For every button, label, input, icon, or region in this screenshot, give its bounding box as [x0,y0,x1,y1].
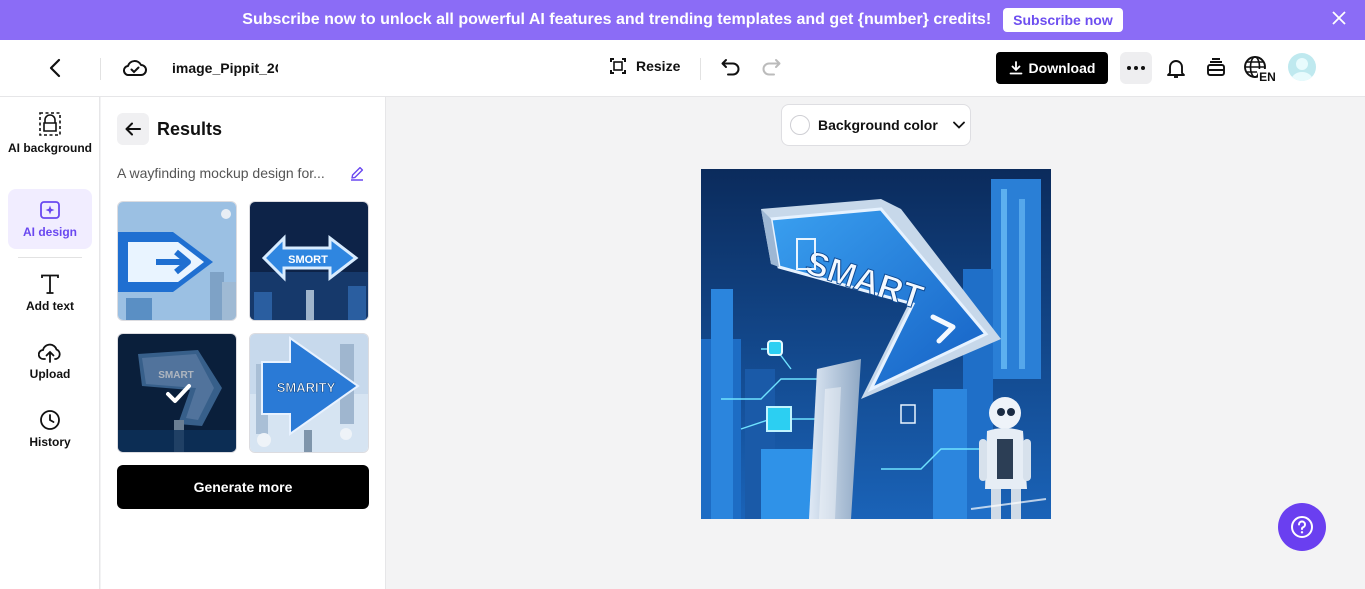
help-button[interactable] [1278,503,1326,551]
chevron-down-icon [952,121,965,129]
promo-banner: Subscribe now to unlock all powerful AI … [0,0,1365,40]
tool-label: AI design [22,225,77,239]
tool-label: Add text [26,299,74,313]
edit-pencil-icon[interactable] [349,165,365,181]
language-button[interactable]: EN [1243,55,1277,84]
avatar[interactable] [1288,53,1316,81]
tool-divider [18,257,82,258]
thumb-sign-text: SMARITY [277,380,336,395]
results-back-button[interactable] [117,113,149,145]
arrow-left-icon [125,122,141,136]
tool-add-text[interactable]: Add text [8,273,92,319]
language-code: EN [1259,70,1276,83]
cloud-sync-icon[interactable] [122,56,148,80]
download-icon [1009,61,1022,75]
more-options-button[interactable] [1120,52,1152,84]
tool-label: Upload [29,367,71,381]
prompt-text: A wayfinding mockup design for... [117,165,325,181]
color-swatch [790,115,810,135]
file-name[interactable]: image_Pippit_2C [172,60,278,76]
design-canvas[interactable]: SMART [701,169,1051,519]
text-icon [41,274,59,294]
resize-button[interactable]: Resize [608,56,680,76]
tool-label: AI background [8,141,93,155]
results-title: Results [157,119,223,139]
tool-ai-background[interactable]: AI background [8,111,92,177]
result-thumbnail[interactable]: SMORT [249,201,369,321]
undo-icon[interactable] [720,56,742,78]
result-image [118,202,236,320]
banner-text: Subscribe now to unlock all powerful AI … [242,11,992,28]
more-dots-icon [1127,66,1145,70]
layers-icon[interactable] [1204,56,1228,80]
result-thumbnail[interactable]: SMARITY [249,333,369,453]
result-image: SMORT [250,202,368,320]
download-button[interactable]: Download [996,52,1108,84]
tool-ai-design[interactable]: AI design [8,189,92,249]
background-color-label: Background color [818,117,938,133]
tool-sidebar: AI background AI design Add text Upload … [0,97,100,589]
results-panel: Results A wayfinding mockup design for..… [101,97,386,589]
user-avatar-icon [1291,58,1313,81]
design-image: SMART [701,169,1051,519]
upload-cloud-icon [38,343,61,363]
subscribe-button[interactable]: Subscribe now [1003,8,1123,32]
result-thumbnail[interactable] [117,201,237,321]
result-thumbnail-selected[interactable]: SMART [117,333,237,453]
ai-background-icon [39,112,61,136]
clock-icon [40,410,60,430]
close-icon[interactable] [1329,8,1349,28]
back-icon[interactable] [44,56,68,80]
tool-upload[interactable]: Upload [8,341,92,387]
help-question-icon [1291,516,1313,538]
resize-label: Resize [636,58,681,74]
download-label: Download [1028,60,1096,76]
resize-icon [610,58,626,74]
top-header: image_Pippit_2C Resize Download EN [0,40,1365,97]
generate-more-button[interactable]: Generate more [117,465,369,509]
result-image: SMARITY [250,334,368,452]
tool-label: History [29,435,71,449]
thumb-sign-text: SMORT [288,254,328,266]
result-image: SMART [118,334,236,452]
bell-icon[interactable] [1164,56,1188,80]
header-divider [100,58,101,80]
header-divider [700,58,701,80]
tool-history[interactable]: History [8,409,92,455]
background-color-dropdown[interactable]: Background color [781,104,971,146]
globe-icon: EN [1244,56,1277,84]
redo-icon[interactable] [760,56,782,78]
ai-design-icon [40,201,60,219]
